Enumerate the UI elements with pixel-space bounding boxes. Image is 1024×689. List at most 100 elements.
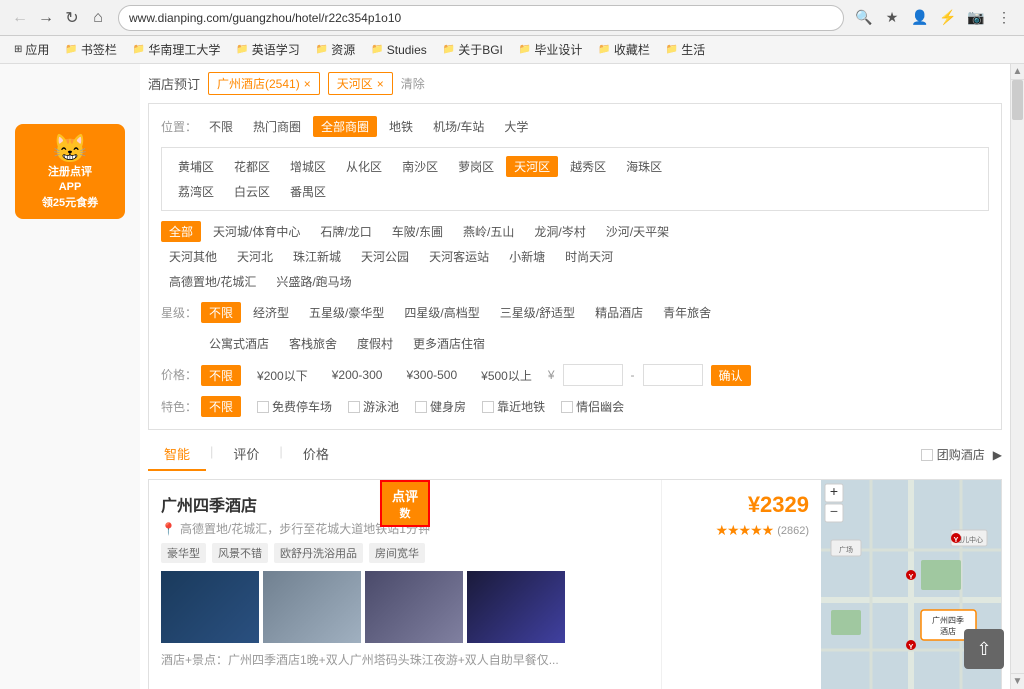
subarea-9[interactable]: 珠江新城 [285,246,349,267]
subarea-15[interactable]: 兴盛路/跑马场 [268,271,359,292]
subarea-12[interactable]: 小新塘 [501,246,553,267]
map-view-icon[interactable]: ▶ [993,448,1002,462]
hotel-img-2[interactable] [365,571,463,643]
price-confirm-button[interactable]: 确认 [711,365,751,386]
booking-search-tag[interactable]: 广州酒店(2541) × [208,72,320,95]
star-tag-6[interactable]: 青年旅舍 [655,302,719,323]
special-parking[interactable]: 免费停车场 [257,398,332,415]
price-min-input[interactable] [563,364,623,386]
star-tag-r2-2[interactable]: 度假村 [349,333,401,354]
district-6[interactable]: 天河区 [506,156,558,177]
star-tag-4[interactable]: 三星级/舒适型 [492,302,583,323]
bookmark-university[interactable]: 📁 华南理工大学 [127,39,226,60]
district-2[interactable]: 增城区 [282,156,334,177]
hotel-img-3[interactable] [467,571,565,643]
bookmark-apps[interactable]: ⊞ 应用 [8,39,55,60]
forward-button[interactable]: → [34,6,58,30]
bookmark-resources[interactable]: 📁 资源 [310,39,361,60]
subarea-6[interactable]: 沙河/天平架 [598,221,677,242]
location-tag-0[interactable]: 不限 [201,116,241,137]
district-10[interactable]: 白云区 [226,181,278,202]
subarea-5[interactable]: 龙洞/岑村 [526,221,593,242]
bookmark-bgi[interactable]: 📁 关于BGI [437,39,509,60]
star-tag-1[interactable]: 经济型 [245,302,297,323]
price-tag-1[interactable]: ¥200-300 [324,366,391,384]
scrollbar-thumb[interactable] [1012,80,1023,120]
special-active-tag[interactable]: 不限 [201,396,241,417]
location-tag-1[interactable]: 热门商圈 [245,116,309,137]
area-tag-close-icon[interactable]: × [377,77,384,91]
home-button[interactable]: ⌂ [86,6,110,30]
area-search-tag[interactable]: 天河区 × [328,72,393,95]
extension-icon[interactable]: ⚡ [936,6,960,30]
district-5[interactable]: 萝岗区 [450,156,502,177]
search-icon[interactable]: 🔍 [852,6,876,30]
subarea-11[interactable]: 天河客运站 [421,246,497,267]
subarea-10[interactable]: 天河公园 [353,246,417,267]
hotel-img-1[interactable] [263,571,361,643]
subarea-2[interactable]: 石牌/龙口 [312,221,379,242]
district-9[interactable]: 荔湾区 [170,181,222,202]
subarea-0[interactable]: 全部 [161,221,201,242]
subarea-14[interactable]: 高德置地/花城汇 [161,271,264,292]
bookmark-graduation[interactable]: 📁 毕业设计 [513,39,588,60]
subarea-3[interactable]: 车陂/东圃 [384,221,451,242]
price-max-input[interactable] [643,364,703,386]
scrollbar-up-button[interactable]: ▲ [1011,64,1024,80]
district-1[interactable]: 花都区 [226,156,278,177]
location-tag-3[interactable]: 地铁 [381,116,421,137]
price-tag-3[interactable]: ¥500以上 [473,365,540,386]
star-tag-r2-0[interactable]: 公寓式酒店 [201,333,277,354]
price-tag-active[interactable]: 不限 [201,365,241,386]
price-tag-0[interactable]: ¥200以下 [249,365,316,386]
special-gym[interactable]: 健身房 [415,398,466,415]
clear-link[interactable]: 清除 [401,75,425,92]
star-tag-5[interactable]: 精品酒店 [587,302,651,323]
location-tag-5[interactable]: 大学 [496,116,536,137]
district-11[interactable]: 番禺区 [282,181,334,202]
location-tag-2[interactable]: 全部商圈 [313,116,377,137]
bookmark-english[interactable]: 📁 英语学习 [230,39,305,60]
menu-icon[interactable]: ⋮ [992,6,1016,30]
hotel-img-0[interactable] [161,571,259,643]
bookmark-favorites[interactable]: 📁 收藏栏 [592,39,655,60]
star-tag-r2-3[interactable]: 更多酒店住宿 [405,333,493,354]
star-tag-r2-1[interactable]: 客栈旅舍 [281,333,345,354]
tab-smart[interactable]: 智能 [148,438,206,471]
back-button[interactable]: ← [8,6,32,30]
district-4[interactable]: 南沙区 [394,156,446,177]
reload-button[interactable]: ↻ [60,6,84,30]
location-tag-4[interactable]: 机场/车站 [425,116,492,137]
tab-review[interactable]: 评价 [217,438,275,471]
hotel-name-1[interactable]: 广州四季酒店 [161,492,649,516]
special-metro[interactable]: 靠近地铁 [482,398,545,415]
profile-icon[interactable]: 👤 [908,6,932,30]
star-tag-3[interactable]: 四星级/高档型 [396,302,487,323]
bookmark-studies[interactable]: 📁 Studies [365,41,432,59]
subarea-7[interactable]: 天河其他 [161,246,225,267]
district-8[interactable]: 海珠区 [618,156,670,177]
ad-banner[interactable]: 😸 注册点评 APP 领25元食券 [15,124,125,219]
address-bar[interactable]: www.dianping.com/guangzhou/hotel/r22c354… [118,5,844,31]
search-tag-close-icon[interactable]: × [304,77,311,91]
camera-icon[interactable]: 📷 [964,6,988,30]
district-7[interactable]: 越秀区 [562,156,614,177]
scrollbar-down-button[interactable]: ▼ [1011,673,1024,689]
star-tag-0[interactable]: 不限 [201,302,241,323]
subarea-1[interactable]: 天河城/体育中心 [205,221,308,242]
star-tag-2[interactable]: 五星级/豪华型 [301,302,392,323]
subarea-8[interactable]: 天河北 [229,246,281,267]
special-pool[interactable]: 游泳池 [348,398,399,415]
subarea-4[interactable]: 燕岭/五山 [455,221,522,242]
district-3[interactable]: 从化区 [338,156,390,177]
district-0[interactable]: 黄埔区 [170,156,222,177]
subarea-13[interactable]: 时尚天河 [557,246,621,267]
bookmark-bar[interactable]: 📁 书签栏 [59,39,122,60]
special-couple[interactable]: 情侣幽会 [561,398,624,415]
back-to-top-button[interactable]: ⇧ [964,629,1004,669]
tab-price[interactable]: 价格 [287,438,345,471]
bookmark-star-icon[interactable]: ★ [880,6,904,30]
group-buy-checkbox[interactable]: 团购酒店 [921,446,985,463]
price-tag-2[interactable]: ¥300-500 [398,366,465,384]
bookmark-life[interactable]: 📁 生活 [660,39,711,60]
